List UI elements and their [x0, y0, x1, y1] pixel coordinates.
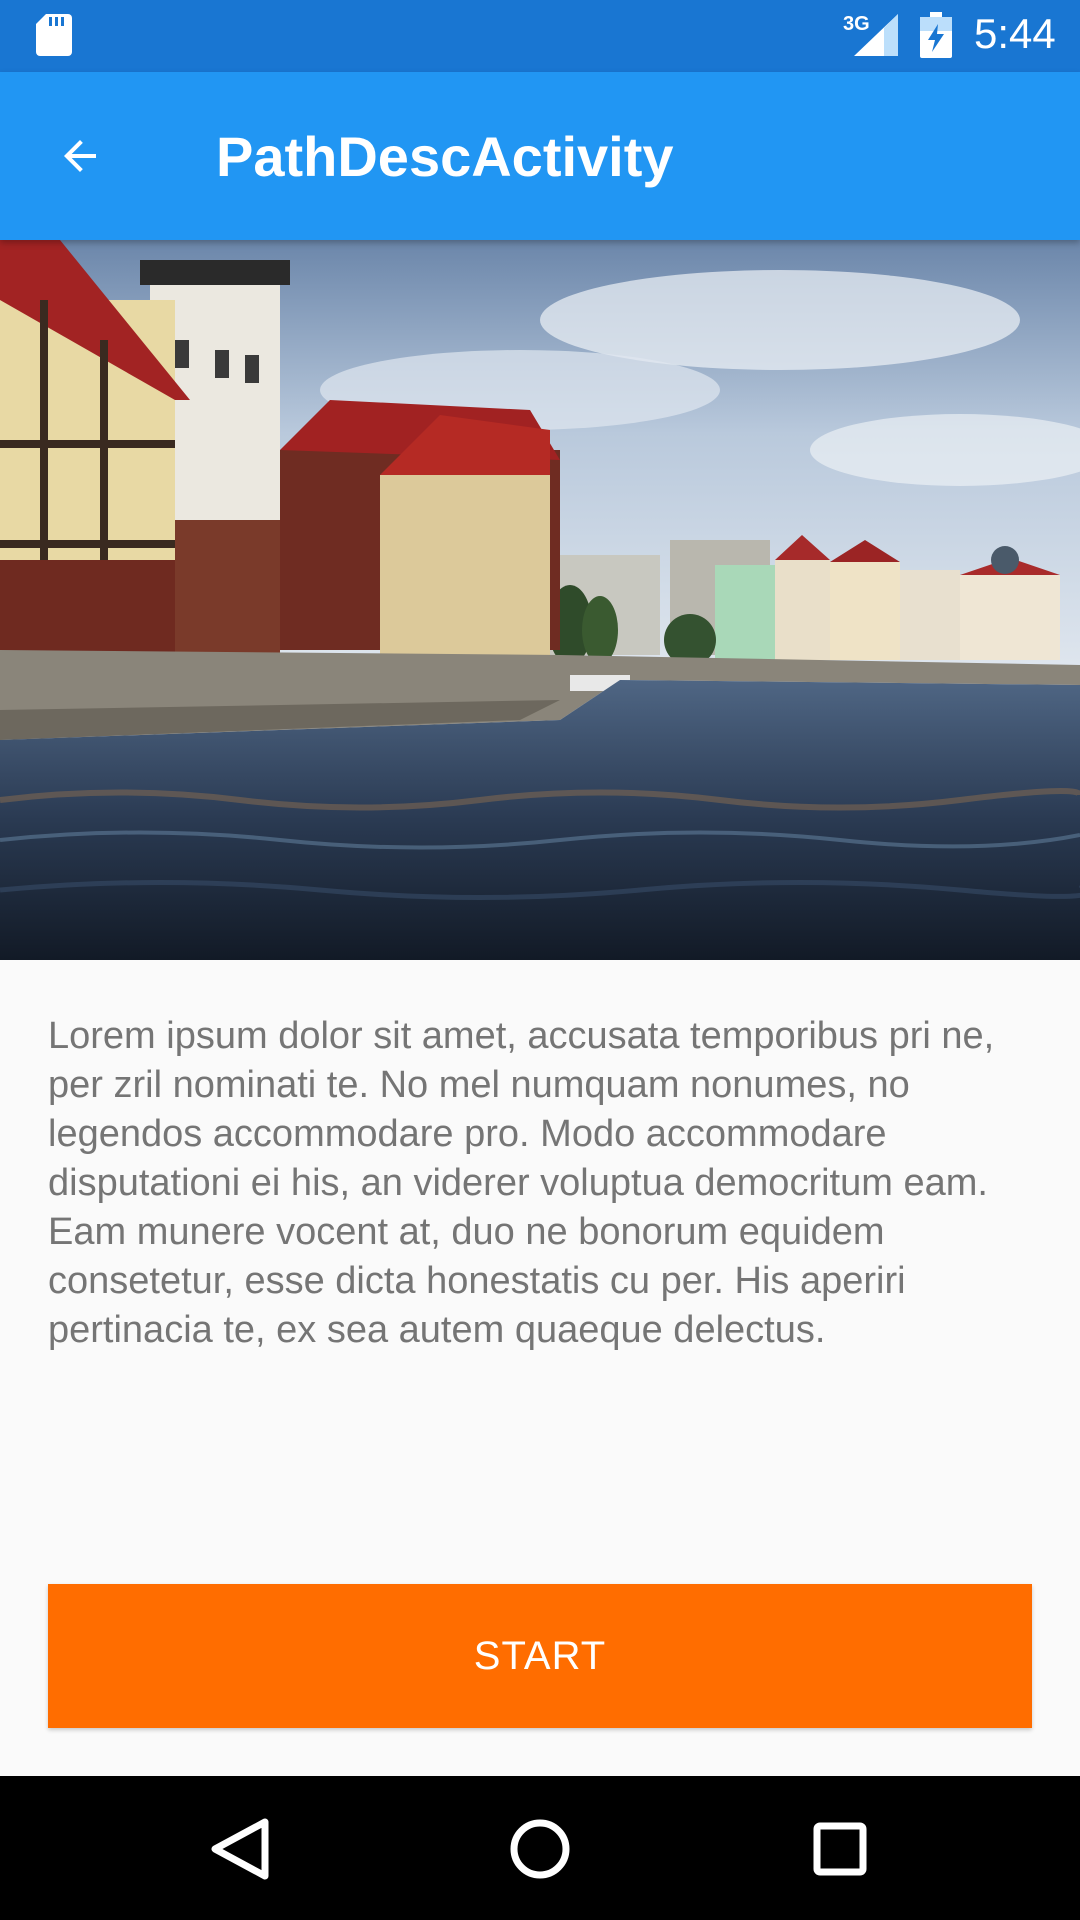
- description-text: Lorem ipsum dolor sit amet, accusata tem…: [48, 1015, 995, 1351]
- battery-charging-icon: [920, 12, 952, 58]
- nav-back-button[interactable]: [195, 1804, 285, 1894]
- hero-image: [0, 240, 1080, 960]
- sd-card-icon: [36, 14, 72, 56]
- nav-home-icon: [510, 1819, 570, 1879]
- nav-recents-icon: [813, 1822, 867, 1876]
- app-bar: PathDescActivity: [0, 72, 1080, 240]
- start-button[interactable]: START: [48, 1584, 1032, 1728]
- signal-icon: [854, 14, 898, 56]
- navigation-bar: [0, 1776, 1080, 1920]
- status-bar: 3G 5:44: [0, 0, 1080, 72]
- arrow-back-icon: [64, 140, 96, 172]
- nav-back-icon: [211, 1818, 269, 1880]
- back-button[interactable]: [40, 116, 120, 196]
- page-title: PathDescActivity: [216, 125, 674, 188]
- nav-recents-button[interactable]: [795, 1804, 885, 1894]
- status-clock: 5:44: [974, 10, 1056, 57]
- nav-home-button[interactable]: [495, 1804, 585, 1894]
